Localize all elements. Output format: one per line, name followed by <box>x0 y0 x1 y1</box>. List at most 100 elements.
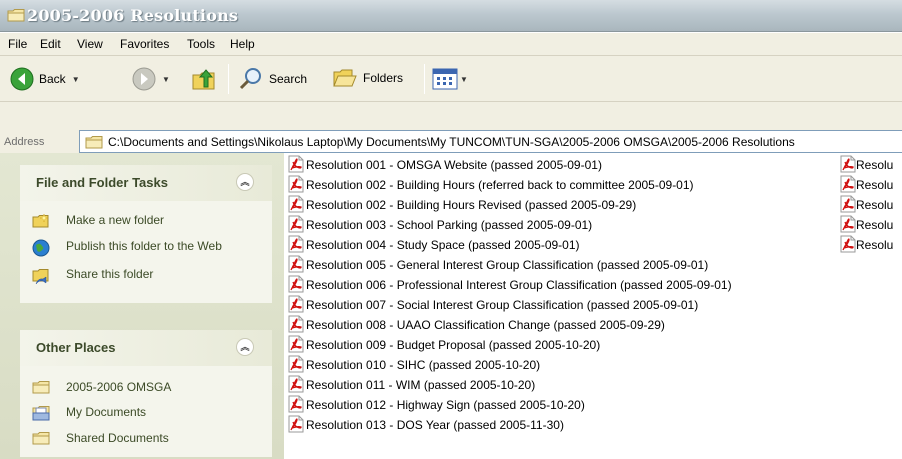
task-label: Publish this folder to the Web <box>66 239 222 253</box>
menu-help[interactable]: Help <box>230 37 255 51</box>
file-name: Resolu <box>856 218 894 232</box>
window-title: 2005-2006 Resolutions <box>27 6 239 25</box>
file-name: Resolution 002 - Building Hours (referre… <box>306 178 694 192</box>
place-label: Shared Documents <box>66 431 169 445</box>
file-name: Resolution 001 - OMSGA Website (passed 2… <box>306 158 602 172</box>
file-name: Resolution 008 - UAAO Classification Cha… <box>306 318 665 332</box>
up-folder-button[interactable] <box>190 65 218 93</box>
other-places-panel: Other Places ︽ 2005-2006 OMSGA My Docume… <box>20 330 272 457</box>
chevron-down-icon[interactable]: ▼ <box>72 75 80 84</box>
folders-button[interactable]: Folders <box>332 67 403 89</box>
panel-title: File and Folder Tasks <box>36 175 168 190</box>
menu-favorites[interactable]: Favorites <box>120 37 169 51</box>
file-name: Resolution 006 - Professional Interest G… <box>306 278 732 292</box>
file-name: Resolution 004 - Study Space (passed 200… <box>306 238 580 252</box>
pdf-file-icon <box>288 415 304 436</box>
pdf-file-icon <box>840 235 856 256</box>
file-name: Resolution 005 - General Interest Group … <box>306 258 709 272</box>
place-shared-documents[interactable]: Shared Documents <box>20 431 272 453</box>
pdf-file-icon <box>288 355 304 376</box>
collapse-icon[interactable]: ︽ <box>236 173 254 191</box>
pdf-file-icon <box>288 275 304 296</box>
address-input[interactable]: C:\Documents and Settings\Nikolaus Lapto… <box>79 130 902 153</box>
pdf-file-icon <box>288 175 304 196</box>
file-item[interactable]: Resolu <box>840 195 893 215</box>
pdf-file-icon <box>288 235 304 256</box>
collapse-icon[interactable]: ︽ <box>236 338 254 356</box>
file-name: Resolution 003 - School Parking (passed … <box>306 218 593 232</box>
panel-header[interactable]: Other Places ︽ <box>20 330 272 366</box>
file-item[interactable]: Resolu <box>840 235 893 255</box>
place-my-documents[interactable]: My Documents <box>20 405 272 427</box>
file-item[interactable]: Resolution 001 - OMSGA Website (passed 2… <box>288 155 602 175</box>
file-item[interactable]: Resolution 002 - Building Hours Revised … <box>288 195 636 215</box>
file-item[interactable]: Resolution 008 - UAAO Classification Cha… <box>288 315 665 335</box>
folders-label: Folders <box>363 71 404 85</box>
file-item[interactable]: Resolution 004 - Study Space (passed 200… <box>288 235 580 255</box>
pdf-file-icon <box>288 255 304 276</box>
pdf-file-icon <box>288 195 304 216</box>
place-label: My Documents <box>66 405 147 419</box>
pdf-file-icon <box>840 195 856 216</box>
folder-icon <box>7 8 25 25</box>
panel-header[interactable]: File and Folder Tasks ︽ <box>20 165 272 201</box>
file-item[interactable]: Resolu <box>840 155 893 175</box>
new-folder-icon <box>32 213 50 233</box>
folder-icon <box>85 135 103 152</box>
file-name: Resolution 011 - WIM (passed 2005-10-20) <box>306 378 536 392</box>
folder-icon <box>32 380 50 398</box>
file-item[interactable]: Resolu <box>840 215 893 235</box>
file-item[interactable]: Resolution 002 - Building Hours (referre… <box>288 175 694 195</box>
chevron-down-icon[interactable]: ▼ <box>162 75 170 84</box>
pdf-file-icon <box>288 375 304 396</box>
views-button[interactable]: ▼ <box>432 68 468 90</box>
pdf-file-icon <box>288 215 304 236</box>
file-folder-tasks-panel: File and Folder Tasks ︽ Make a new folde… <box>20 165 272 303</box>
file-name: Resolution 009 - Budget Proposal (passed… <box>306 338 601 352</box>
search-button[interactable]: Search <box>238 67 307 91</box>
search-icon <box>239 68 261 90</box>
file-name: Resolu <box>856 198 894 212</box>
panel-title: Other Places <box>36 340 116 355</box>
task-publish-to-web[interactable]: Publish this folder to the Web <box>20 239 272 261</box>
panel-body: 2005-2006 OMSGA My Documents Shared Docu… <box>20 366 272 457</box>
file-name: Resolution 007 - Social Interest Group C… <box>306 298 699 312</box>
file-item[interactable]: Resolution 005 - General Interest Group … <box>288 255 708 275</box>
pdf-file-icon <box>288 395 304 416</box>
chevron-down-icon[interactable]: ▼ <box>460 75 468 84</box>
file-name: Resolu <box>856 178 894 192</box>
file-item[interactable]: Resolution 013 - DOS Year (passed 2005-1… <box>288 415 564 435</box>
globe-icon <box>32 239 50 261</box>
menu-file[interactable]: File <box>8 37 27 51</box>
task-make-new-folder[interactable]: Make a new folder <box>20 213 272 235</box>
file-item[interactable]: Resolution 007 - Social Interest Group C… <box>288 295 698 315</box>
task-share-folder[interactable]: Share this folder <box>20 267 272 289</box>
share-folder-icon <box>32 267 50 289</box>
file-name: Resolu <box>856 238 894 252</box>
pdf-file-icon <box>840 155 856 176</box>
file-item[interactable]: Resolution 009 - Budget Proposal (passed… <box>288 335 600 355</box>
menu-view[interactable]: View <box>77 37 103 51</box>
folders-icon <box>333 69 357 87</box>
file-name: Resolution 010 - SIHC (passed 2005-10-20… <box>306 358 541 372</box>
pdf-file-icon <box>288 335 304 356</box>
forward-button[interactable]: ▼ <box>132 67 170 91</box>
back-button[interactable]: Back ▼ <box>10 67 80 91</box>
back-arrow-icon <box>10 67 34 91</box>
menu-tools[interactable]: Tools <box>187 37 215 51</box>
file-list: Resolution 001 - OMSGA Website (passed 2… <box>284 153 902 459</box>
pdf-file-icon <box>840 175 856 196</box>
my-documents-icon <box>32 405 50 425</box>
file-item[interactable]: Resolution 003 - School Parking (passed … <box>288 215 592 235</box>
toolbar: Back ▼ ▼ Search Folders ▼ <box>0 56 902 102</box>
file-item[interactable]: Resolution 012 - Highway Sign (passed 20… <box>288 395 585 415</box>
place-2005-2006-omsga[interactable]: 2005-2006 OMSGA <box>20 380 272 402</box>
menu-edit[interactable]: Edit <box>40 37 61 51</box>
file-item[interactable]: Resolution 010 - SIHC (passed 2005-10-20… <box>288 355 540 375</box>
file-name: Resolu <box>856 158 894 172</box>
pdf-file-icon <box>288 295 304 316</box>
search-label: Search <box>269 72 308 86</box>
file-item[interactable]: Resolution 011 - WIM (passed 2005-10-20) <box>288 375 535 395</box>
file-item[interactable]: Resolution 006 - Professional Interest G… <box>288 275 732 295</box>
file-item[interactable]: Resolu <box>840 175 893 195</box>
